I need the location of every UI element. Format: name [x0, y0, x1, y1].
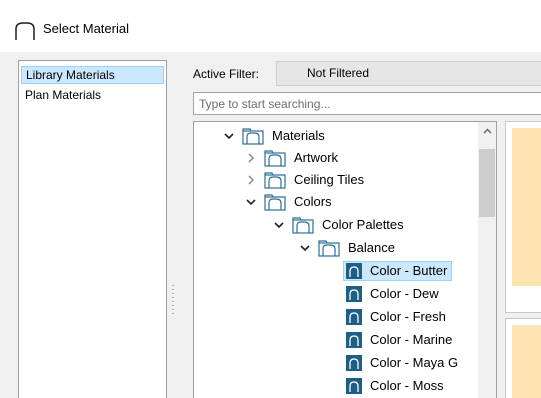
active-filter-label: Active Filter:	[193, 67, 260, 81]
tree-label: Color Palettes	[322, 217, 404, 232]
tree-label: Materials	[272, 128, 325, 143]
chevron-down-icon[interactable]	[244, 195, 258, 209]
library-item-label: Library Materials	[26, 68, 115, 82]
library-item-label: Plan Materials	[25, 88, 102, 102]
chevron-down-icon[interactable]	[222, 129, 236, 143]
folder-arch-icon	[264, 150, 286, 167]
tree-label: Artwork	[294, 150, 339, 165]
material-icon	[346, 355, 362, 371]
chevron-right-icon[interactable]	[244, 151, 258, 165]
search-input[interactable]	[194, 93, 541, 114]
active-filter-value[interactable]: Not Filtered	[276, 61, 541, 86]
material-icon	[346, 309, 362, 325]
tree-scrollbar[interactable]	[478, 122, 496, 398]
tree-label: Color - Butter	[368, 262, 450, 280]
chevron-right-icon[interactable]	[244, 173, 258, 187]
search-field[interactable]	[193, 92, 541, 115]
tree-label: Color - Dew	[370, 286, 439, 301]
tree-label: Color - Moss	[370, 378, 444, 393]
tree-row-colors[interactable]: Colors	[244, 191, 334, 213]
arch-icon	[15, 22, 35, 40]
library-item-library-materials[interactable]: Library Materials	[21, 66, 164, 84]
tree-label: Colors	[294, 194, 332, 209]
tree-row-color-fresh[interactable]: Color - Fresh	[346, 306, 448, 328]
tree-row-color-moss[interactable]: Color - Moss	[346, 375, 446, 397]
material-swatch	[512, 325, 541, 398]
chevron-down-icon[interactable]	[272, 218, 286, 232]
folder-arch-icon	[264, 172, 286, 189]
material-swatch	[512, 128, 541, 286]
tree-row-artwork[interactable]: Artwork	[244, 147, 340, 169]
tree-row-color-butter[interactable]: Color - Butter	[343, 260, 453, 282]
folder-arch-icon	[318, 240, 340, 257]
library-item-plan-materials[interactable]: Plan Materials	[21, 86, 164, 104]
material-preview-secondary	[505, 318, 541, 398]
scroll-thumb[interactable]	[479, 149, 495, 217]
tree-row-color-palettes[interactable]: Color Palettes	[272, 214, 406, 236]
tree-row-materials[interactable]: Materials	[222, 125, 327, 147]
tree-row-balance[interactable]: Balance	[298, 237, 397, 259]
material-icon	[346, 378, 362, 394]
active-filter-value-text: Not Filtered	[307, 66, 370, 80]
chevron-down-icon[interactable]	[298, 241, 312, 255]
tree-label: Color - Fresh	[370, 309, 446, 324]
tree-row-ceiling-tiles[interactable]: Ceiling Tiles	[244, 169, 366, 191]
folder-arch-icon	[242, 128, 264, 145]
tree-label: Color - Marine	[370, 332, 453, 347]
folder-arch-icon	[264, 194, 286, 211]
tree-row-color-dew[interactable]: Color - Dew	[346, 283, 441, 305]
tree-row-color-marine[interactable]: Color - Marine	[346, 329, 454, 351]
tree-label: Ceiling Tiles	[294, 172, 365, 187]
material-icon	[346, 332, 362, 348]
material-tree: Materials Artwork Ceiling Tiles Colors C…	[193, 121, 497, 398]
splitter-handle[interactable]	[172, 285, 174, 315]
material-icon	[346, 286, 362, 302]
tree-label: Balance	[348, 240, 395, 255]
material-icon	[346, 263, 362, 279]
material-preview	[505, 121, 541, 313]
window-title: Select Material	[43, 21, 129, 36]
folder-arch-icon	[292, 217, 314, 234]
scroll-up-icon[interactable]	[478, 122, 496, 140]
tree-row-color-maya-g[interactable]: Color - Maya G	[346, 352, 460, 374]
title-bar: Select Material	[0, 0, 541, 52]
library-list: Library Materials Plan Materials	[18, 60, 167, 398]
tree-label: Color - Maya G	[370, 355, 459, 370]
